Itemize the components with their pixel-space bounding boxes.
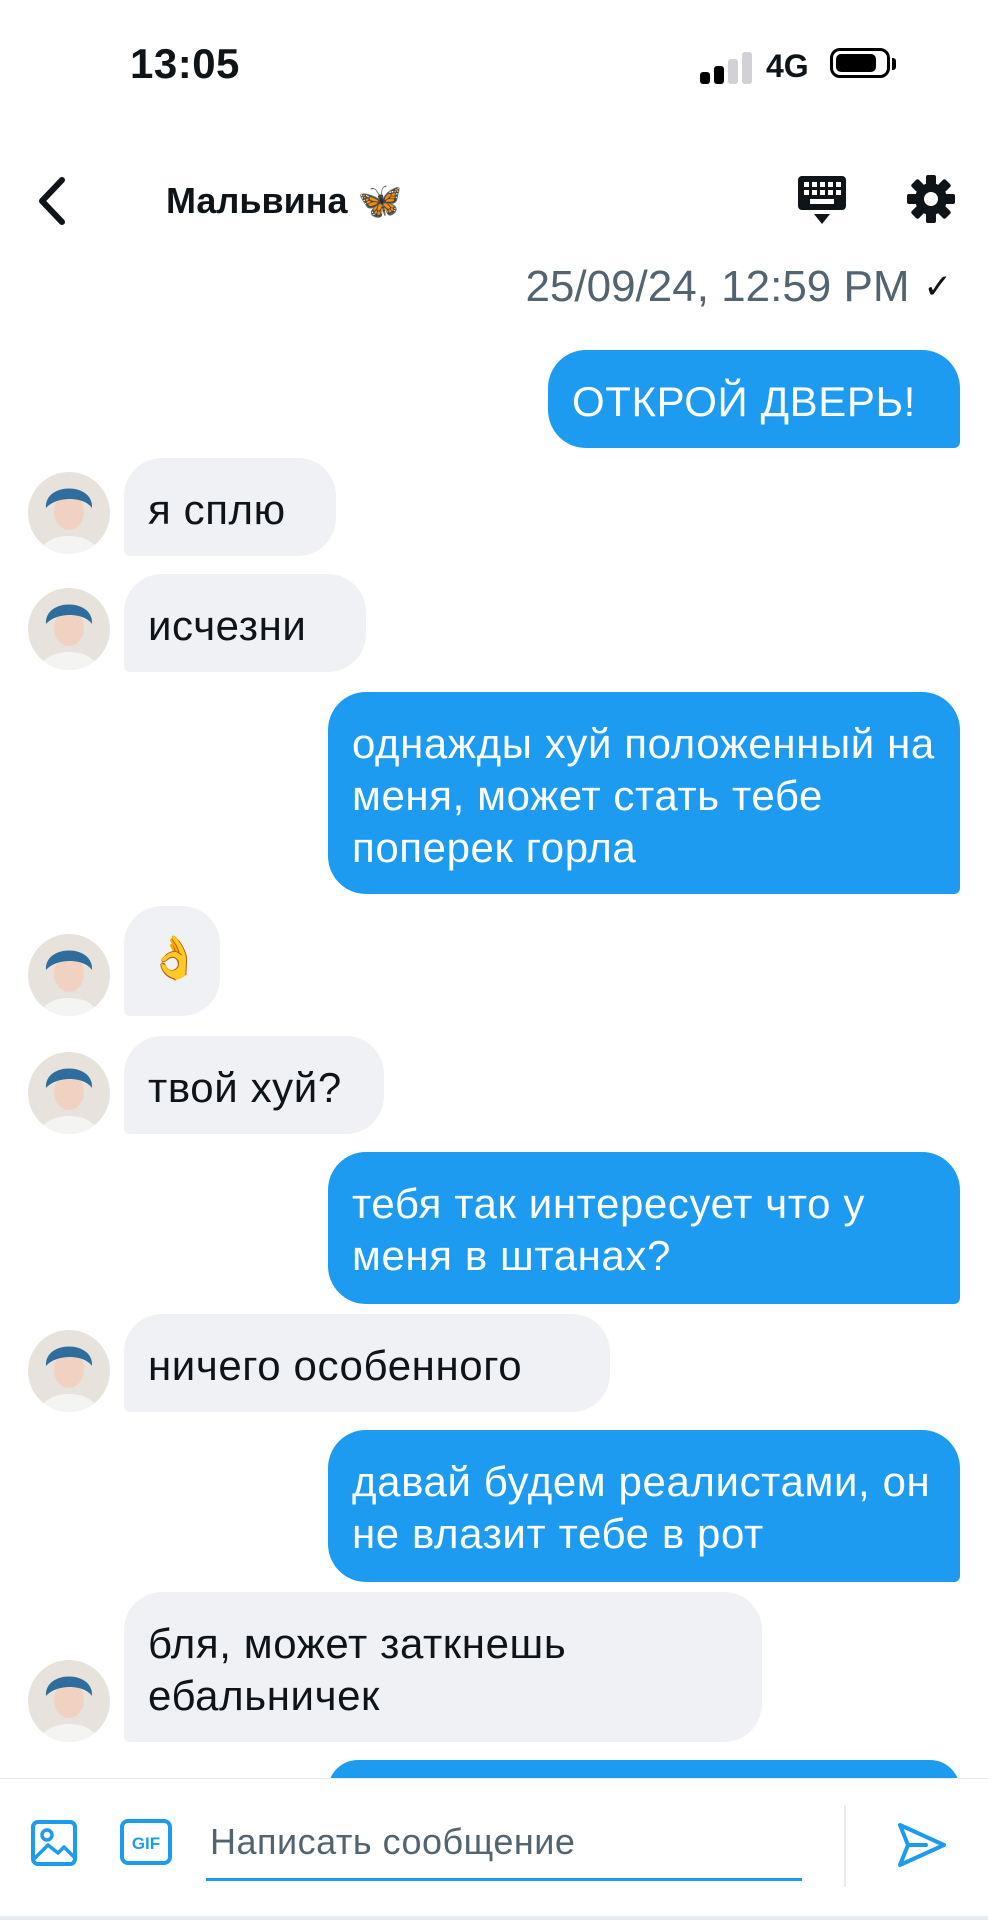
message-input[interactable] (206, 1805, 802, 1881)
image-icon[interactable] (30, 1819, 78, 1867)
contact-avatar[interactable] (28, 588, 110, 670)
conversation-header: Мальвина 🦋 (0, 150, 988, 250)
incoming-message[interactable]: я сплю (124, 458, 336, 556)
incoming-message[interactable]: 👌 (124, 906, 220, 1016)
status-bar: 13:05 4G (0, 0, 988, 130)
message-timestamp: 25/09/24, 12:59 PM ✓ (525, 262, 952, 312)
outgoing-message[interactable]: давай будем реалистами, он не влазит теб… (328, 1430, 960, 1582)
gif-label: GIF (132, 1834, 160, 1853)
battery-icon (830, 48, 896, 82)
contact-avatar[interactable] (28, 1330, 110, 1412)
outgoing-message[interactable]: однажды хуй положенный на меня, может ст… (328, 692, 960, 894)
outgoing-message[interactable]: ОТКРОЙ ДВЕРЬ! (548, 350, 960, 448)
timestamp-text: 25/09/24, 12:59 PM (525, 262, 910, 311)
incoming-message[interactable]: ничего особенного (124, 1314, 610, 1412)
keyboard-icon[interactable] (796, 172, 848, 228)
conversation-title[interactable]: Мальвина 🦋 (166, 180, 402, 222)
contact-avatar[interactable] (28, 1052, 110, 1134)
read-check-icon: ✓ (923, 268, 953, 306)
outgoing-message[interactable]: тебя так интересует что у меня в штанах? (328, 1152, 960, 1304)
signal-strength-icon (700, 50, 754, 84)
message-composer: GIF (0, 1778, 988, 1921)
contact-avatar[interactable] (28, 472, 110, 554)
incoming-message[interactable]: твой хуй? (124, 1036, 384, 1134)
contact-avatar[interactable] (28, 1660, 110, 1742)
contact-avatar[interactable] (28, 934, 110, 1016)
home-indicator (0, 1916, 988, 1920)
status-time: 13:05 (130, 40, 240, 87)
network-type: 4G (766, 48, 809, 84)
incoming-message[interactable]: бля, может заткнешь ебальничек (124, 1592, 762, 1742)
send-icon[interactable] (896, 1819, 948, 1871)
gear-icon[interactable] (906, 174, 956, 224)
gif-icon[interactable]: GIF (120, 1819, 172, 1865)
incoming-message[interactable]: исчезни (124, 574, 366, 672)
composer-divider (844, 1805, 846, 1887)
back-arrow-icon[interactable] (30, 174, 80, 228)
